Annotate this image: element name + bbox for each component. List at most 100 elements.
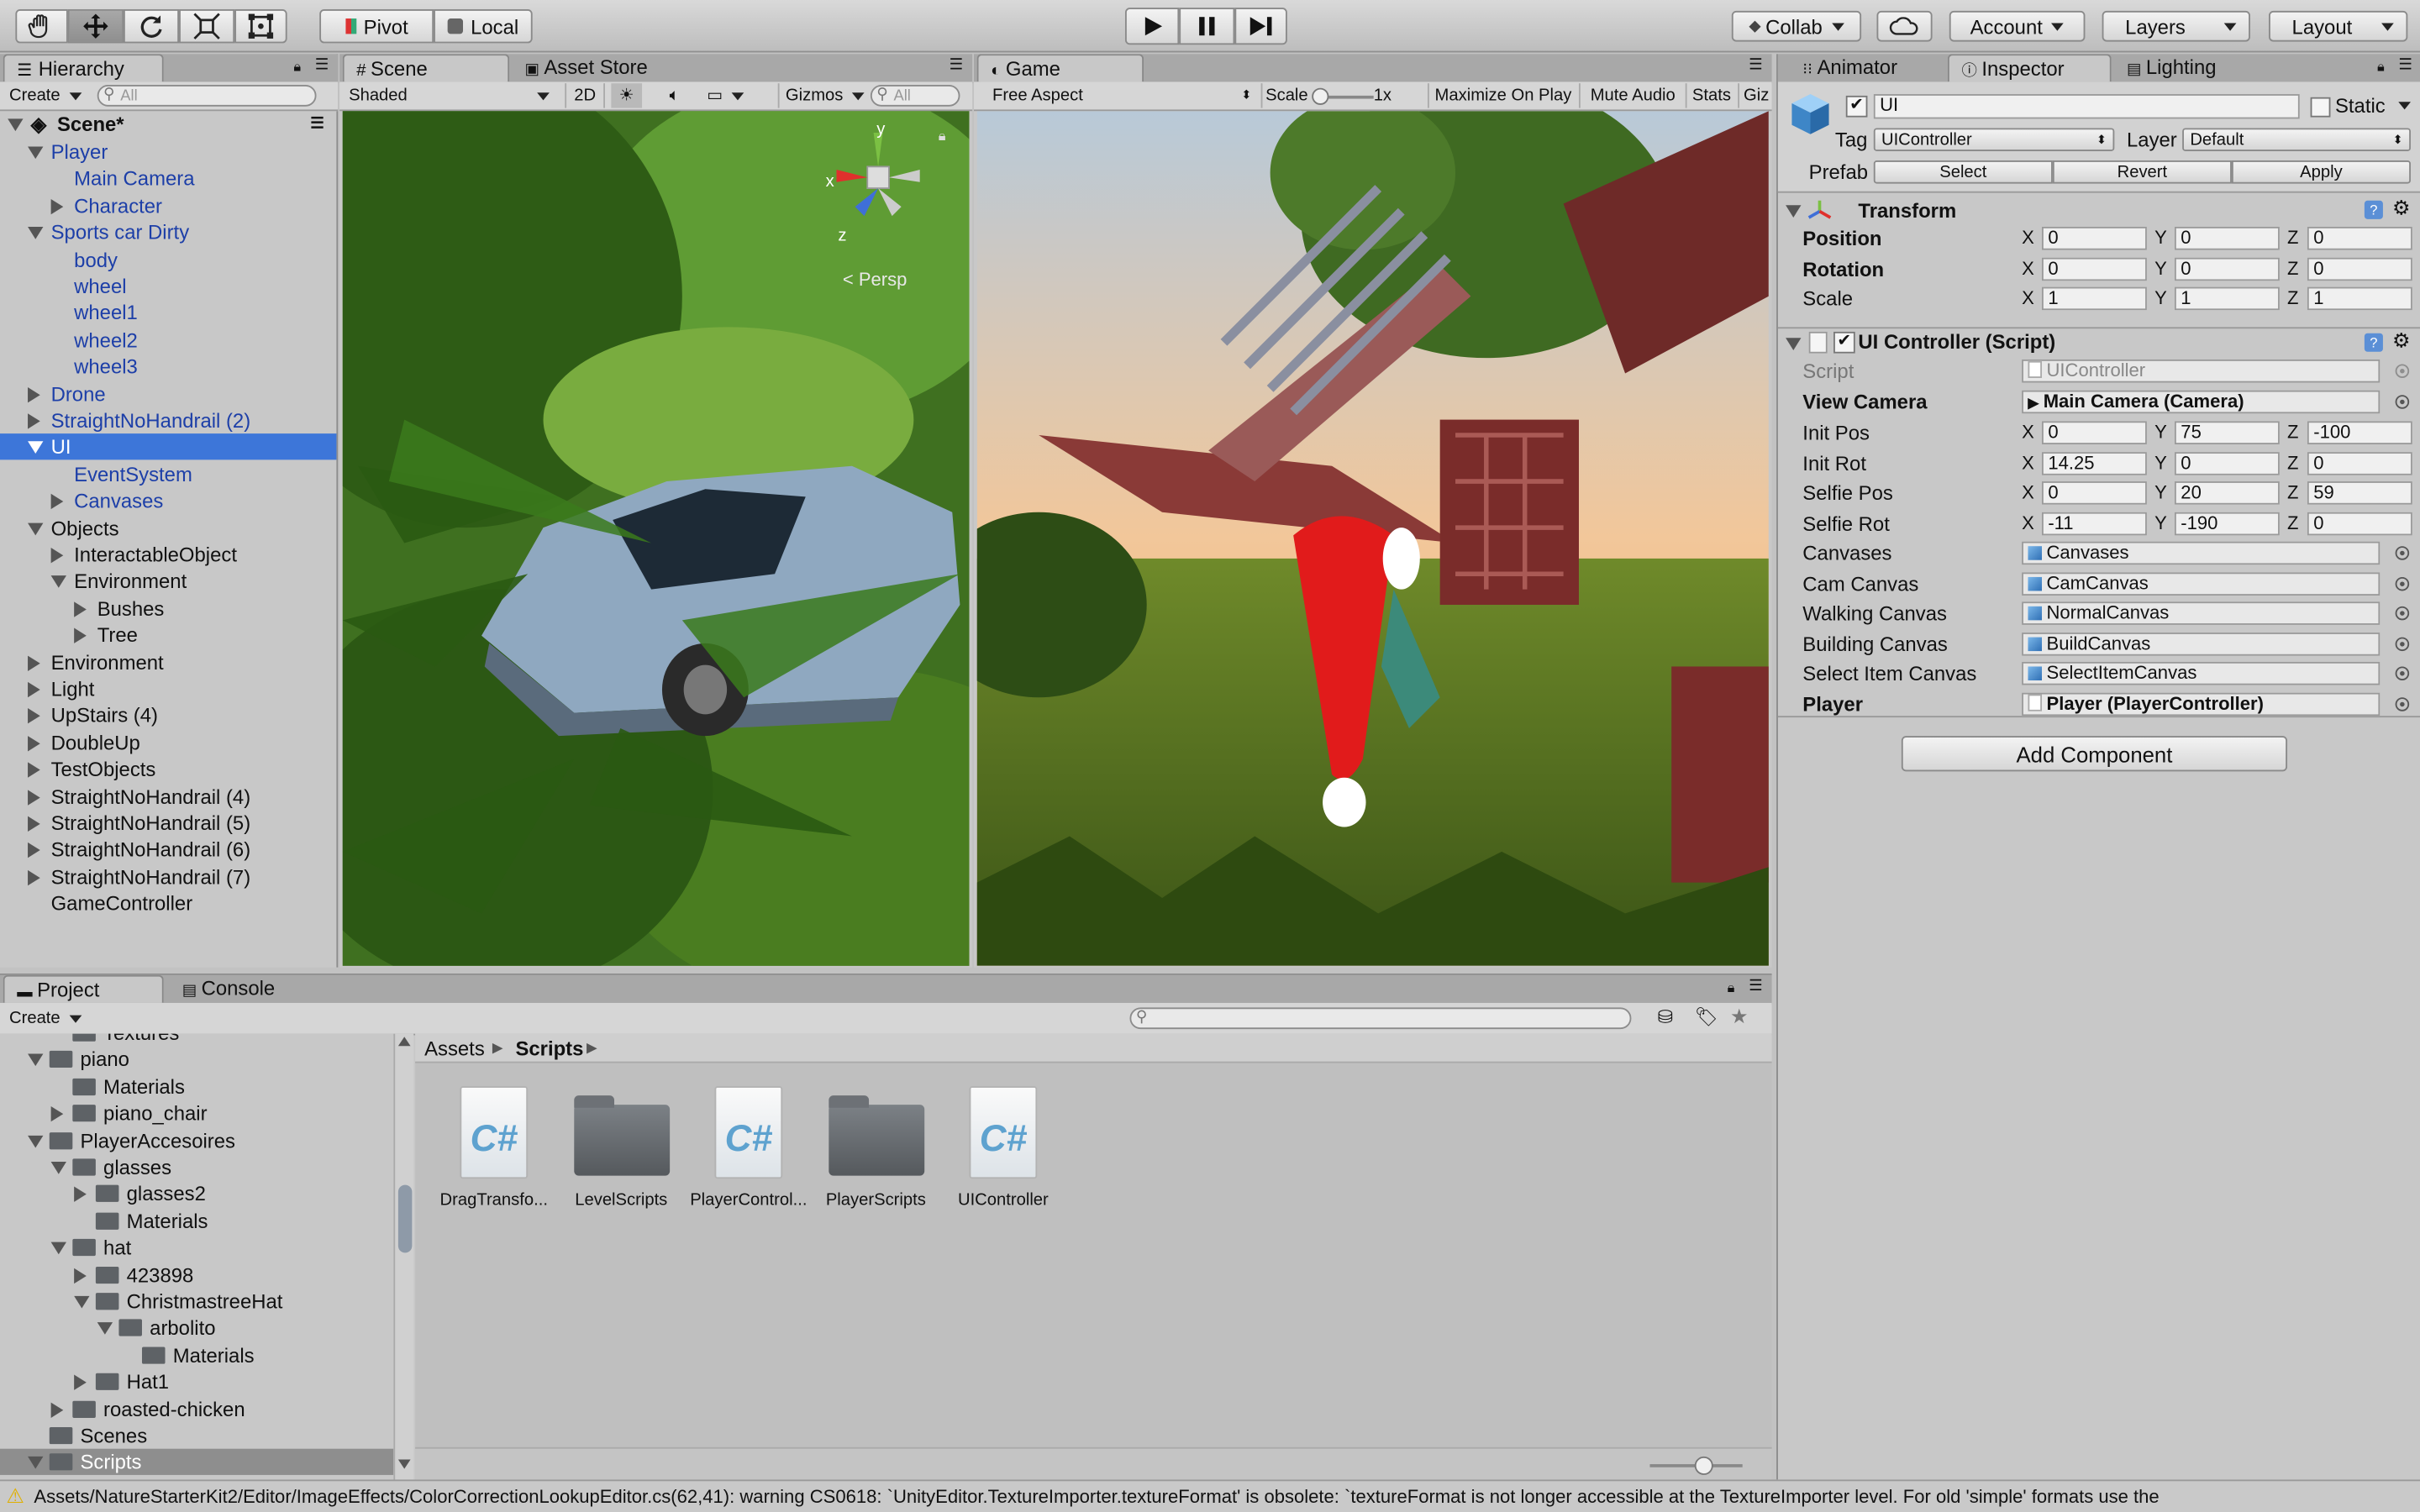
scroll-down-arrow-icon[interactable] [397,1459,411,1469]
vector-z-field[interactable]: 0 [2307,512,2412,536]
rect-tool-button[interactable] [234,9,287,44]
asset-item[interactable]: C# UIController [932,1080,1074,1219]
hand-tool-button[interactable] [15,9,68,44]
hierarchy-row[interactable]: Canvases [0,488,336,514]
filter-by-type-icon[interactable]: ⛁ [1658,1006,1673,1028]
object-picker-icon[interactable] [2395,637,2410,651]
expand-arrow-icon[interactable] [28,735,40,752]
aspect-dropdown[interactable]: Free Aspect ⬍ [992,83,1252,108]
add-component-button[interactable]: Add Component [1901,736,2288,772]
reference-field[interactable]: BuildCanvas [2022,632,2381,656]
hierarchy-row[interactable]: wheel2 [0,327,336,353]
expand-arrow-icon[interactable] [28,869,40,885]
gear-icon[interactable]: ⚙ [2392,196,2410,220]
expand-arrow-icon[interactable] [28,442,44,454]
foldout-arrow-icon[interactable] [1786,205,1802,218]
project-tree-row[interactable]: Hat1 [0,1369,393,1395]
hierarchy-create-dropdown[interactable]: Create [9,83,82,108]
object-picker-icon[interactable] [2395,606,2410,621]
tab-asset-store[interactable]: ▣ Asset Store [513,54,682,81]
expand-arrow-icon[interactable] [28,708,40,725]
asset-item[interactable]: C# PlayerControl... [677,1080,819,1219]
panel-menu-icon[interactable]: ☰ [1749,57,1762,74]
lock-icon[interactable]: 🔒︎ [1728,979,1735,996]
object-name-field[interactable]: UI [1873,94,2300,119]
scene-menu-icon[interactable]: ☰ [310,111,324,137]
tab-project[interactable]: ▬ Project [3,974,164,1003]
expand-arrow-icon[interactable] [28,1054,44,1067]
tab-inspector[interactable]: ⓘ Inspector [1947,54,2112,82]
hierarchy-row[interactable]: InteractableObject [0,542,336,568]
transform-x-field[interactable]: 1 [2042,287,2147,311]
project-tree-row[interactable]: Scripts [0,1449,394,1476]
rotate-tool-button[interactable] [123,9,180,44]
move-tool-button[interactable] [67,9,124,44]
transform-x-field[interactable]: 0 [2042,227,2147,250]
project-tree-row[interactable]: hat [0,1235,393,1261]
object-picker-icon[interactable] [2395,667,2410,681]
play-button[interactable] [1124,8,1180,45]
transform-y-field[interactable]: 0 [2174,257,2280,281]
scale-control[interactable]: Scale 1x [1260,83,1427,108]
expand-arrow-icon[interactable] [74,1374,87,1391]
vector-x-field[interactable]: 14.25 [2042,451,2147,475]
scroll-up-arrow-icon[interactable] [397,1037,411,1047]
hierarchy-row[interactable]: body [0,246,336,272]
project-tree-row[interactable]: Scenes [0,1422,393,1448]
tab-hierarchy[interactable]: ☰ Hierarchy [3,54,164,82]
vector-y-field[interactable]: 20 [2174,481,2280,506]
object-picker-icon[interactable] [2395,576,2410,591]
expand-arrow-icon[interactable] [28,146,44,160]
hierarchy-row[interactable]: UI [0,433,337,461]
vector-y-field[interactable]: -190 [2174,512,2280,536]
project-tree-row[interactable]: Materials [0,1074,393,1100]
expand-arrow-icon[interactable] [50,1401,64,1418]
hierarchy-row[interactable]: Bushes [0,596,336,622]
hierarchy-row[interactable]: GameController [0,890,336,916]
help-icon[interactable]: ? [2364,200,2383,219]
shading-mode-dropdown[interactable]: Shaded [349,83,552,108]
vector-x-field[interactable]: 0 [2042,481,2147,506]
reference-field[interactable]: Canvases [2022,541,2381,565]
tab-console[interactable]: ▤ Console [170,975,330,1003]
collab-dropdown[interactable]: ◆ Collab [1731,10,1862,42]
game-viewport[interactable] [976,111,1769,966]
expand-arrow-icon[interactable] [28,1135,44,1147]
transform-z-field[interactable]: 1 [2307,287,2412,311]
icon-size-slider-thumb[interactable] [1694,1456,1713,1475]
scene-viewport[interactable]: y x z < Persp 🔒︎ [342,111,970,966]
scene-effects-dropdown[interactable]: ▭ [707,83,759,108]
vector-z-field[interactable]: 0 [2307,451,2412,475]
breadcrumb-assets[interactable]: Assets [424,1034,485,1063]
panel-menu-icon[interactable]: ☰ [2398,57,2412,74]
project-tree-row[interactable]: Materials [0,1208,393,1234]
2d-toggle-button[interactable]: 2D [565,83,605,108]
asset-item[interactable]: PlayerScripts [805,1080,947,1219]
lock-icon[interactable]: 🔒︎ [293,59,301,76]
view-camera-field[interactable]: ▶ Main Camera (Camera) [2022,390,2381,414]
transform-x-field[interactable]: 0 [2042,257,2147,281]
orientation-gizmo[interactable] [824,123,935,234]
project-tree-row[interactable]: roasted-chicken [0,1395,393,1421]
layers-dropdown[interactable]: Layers [2102,10,2250,42]
filter-by-label-icon[interactable]: 🏷︎ [1695,1006,1718,1028]
project-tree-scrollbar[interactable] [393,1033,414,1482]
expand-arrow-icon[interactable] [28,227,44,240]
gizmo-lock-icon[interactable]: 🔒︎ [939,128,946,144]
expand-arrow-icon[interactable] [74,1295,90,1309]
tab-lighting[interactable]: ▤ Lighting [2114,54,2269,81]
tab-animator[interactable]: ⁝⁝ Animator [1791,54,1945,81]
expand-arrow-icon[interactable] [28,681,40,698]
tab-scene[interactable]: # Scene [342,54,510,82]
hierarchy-row[interactable]: Environment [0,649,336,675]
pause-button[interactable] [1179,8,1235,45]
component-enabled-checkbox[interactable]: ✔ [1833,331,1855,354]
transform-y-field[interactable]: 0 [2174,227,2280,250]
scene-lighting-toggle[interactable]: ☀ [611,83,643,108]
static-checkbox[interactable] [2310,97,2331,118]
transform-z-field[interactable]: 0 [2307,227,2412,250]
scene-search-input[interactable]: ⚲ All [870,85,960,107]
active-checkbox[interactable]: ✔ [1845,95,1868,118]
gizmos-dropdown[interactable]: Gizmos [777,83,865,108]
expand-arrow-icon[interactable] [74,601,87,617]
